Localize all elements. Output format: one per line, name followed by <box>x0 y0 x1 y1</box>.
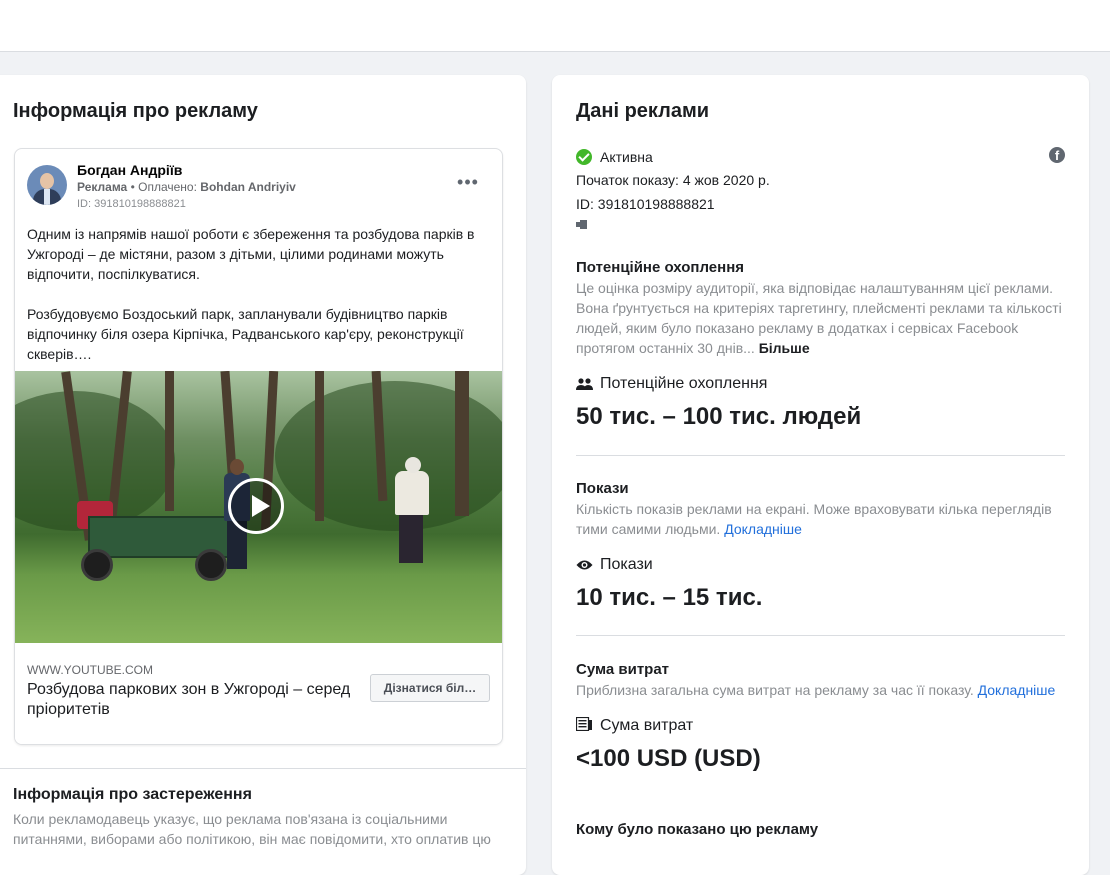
divider <box>576 455 1065 456</box>
divider <box>576 635 1065 636</box>
avatar[interactable] <box>27 165 67 205</box>
paid-by-name: Bohdan Andriyiv <box>200 180 296 194</box>
ad-data-title: Дані реклами <box>576 100 710 122</box>
spend-description: Приблизна загальна сума витрат на реклам… <box>576 680 1066 700</box>
divider <box>0 768 526 769</box>
spend-learn-more-link[interactable]: Докладніше <box>978 682 1056 698</box>
link-domain: WWW.YOUTUBE.COM <box>27 663 153 677</box>
audience-section-title: Кому було показано цю рекламу <box>576 821 819 838</box>
more-horizontal-icon: ••• <box>457 172 479 192</box>
facebook-icon: f <box>1049 147 1065 163</box>
status-badge: Активна <box>600 149 653 165</box>
ad-info-title: Інформація про рекламу <box>13 100 258 122</box>
spend-section-title: Сума витрат <box>576 661 670 678</box>
reach-more-link[interactable]: Більше <box>759 340 810 356</box>
learn-more-button[interactable]: Дізнатися біл… <box>370 674 490 702</box>
impressions-metric-value: 10 тис. – 15 тис. <box>576 584 763 611</box>
video-thumbnail[interactable] <box>15 371 502 643</box>
paid-label: Оплачено: <box>138 180 197 194</box>
link-preview[interactable]: WWW.YOUTUBE.COM Розбудова паркових зон в… <box>15 643 502 744</box>
poster-name[interactable]: Богдан Андріїв <box>77 162 182 178</box>
ad-preview-card: Богдан Андріїв Реклама • Оплачено: Bohda… <box>14 148 503 745</box>
impressions-description: Кількість показів реклами на екрані. Мож… <box>576 499 1066 539</box>
reach-section-title: Потенційне охоплення <box>576 259 745 276</box>
disclaimer-title: Інформація про застереження <box>13 786 252 803</box>
spend-description-text: Приблизна загальна сума витрат на реклам… <box>576 682 974 698</box>
eye-icon <box>576 560 593 570</box>
ad-body-text: Одним із напрямів нашої роботи є збереже… <box>27 226 475 362</box>
link-title[interactable]: Розбудова паркових зон в Ужгороді – сере… <box>27 680 357 720</box>
reach-description-text: Це оцінка розміру аудиторії, яка відпові… <box>576 280 1062 356</box>
impressions-learn-more-link[interactable]: Докладніше <box>724 521 802 537</box>
megaphone-icon <box>576 220 588 229</box>
impressions-description-text: Кількість показів реклами на екрані. Мож… <box>576 501 1052 537</box>
people-icon <box>576 378 593 390</box>
start-date: Початок показу: 4 жов 2020 р. <box>576 172 770 188</box>
spend-metric-value: <100 USD (USD) <box>576 745 761 772</box>
impressions-metric-label: Покази <box>600 556 653 573</box>
ad-data-id: ID: 391810198888821 <box>576 196 715 212</box>
separator-dot: • <box>130 180 139 194</box>
spend-metric-label: Сума витрат <box>600 717 694 734</box>
sponsored-label: Реклама <box>77 180 128 194</box>
impressions-section-title: Покази <box>576 480 629 497</box>
reach-metric-label: Потенційне охоплення <box>600 375 768 392</box>
reach-description: Це оцінка розміру аудиторії, яка відпові… <box>576 278 1066 358</box>
check-circle-icon <box>576 149 592 165</box>
more-options-button[interactable]: ••• <box>455 172 481 195</box>
disclaimer-text: Коли рекламодавець указує, що реклама по… <box>13 811 491 847</box>
play-icon[interactable] <box>228 478 284 534</box>
top-bar <box>0 0 1110 52</box>
sponsored-line: Реклама • Оплачено: Bohdan Andriyiv <box>77 180 296 194</box>
ad-id: ID: 391810198888821 <box>77 198 186 210</box>
reach-metric-value: 50 тис. – 100 тис. людей <box>576 403 862 430</box>
money-icon <box>576 717 592 731</box>
